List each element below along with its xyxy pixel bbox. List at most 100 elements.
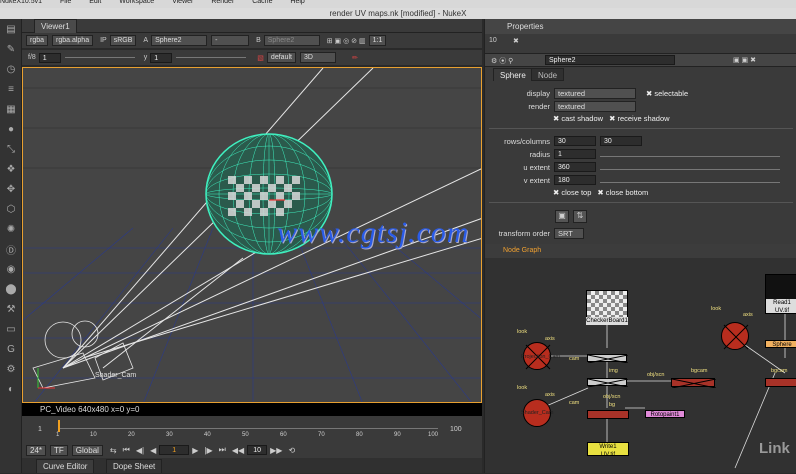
image-tool-icon[interactable]: ▤ (0, 19, 22, 39)
timeline-end[interactable]: 100 (450, 426, 462, 433)
channels-dropdown[interactable]: rgba (26, 35, 49, 46)
v-extent-field[interactable]: 180 (554, 175, 596, 185)
close-top-checkbox[interactable]: ✖ close top (553, 188, 591, 197)
view-mode-dropdown[interactable]: 3D (299, 52, 336, 63)
lut-dropdown[interactable]: default (266, 52, 296, 63)
node-graph-panel[interactable]: Node Graph CheckerBoard1 Projection_Cam … (484, 244, 796, 473)
transform-tool-icon[interactable]: ✥ (0, 179, 22, 199)
u-extent-field[interactable]: 360 (554, 162, 596, 172)
u-extent-slider[interactable] (600, 165, 780, 170)
render-dropdown[interactable]: textured (554, 101, 636, 112)
prev-key-icon[interactable]: ◀| (136, 446, 144, 455)
selectable-checkbox[interactable]: ✖ selectable (646, 89, 688, 98)
scanline-render-2-node[interactable] (671, 378, 717, 389)
tab-viewer1[interactable]: Viewer1 (34, 19, 77, 33)
receive-shadow-checkbox[interactable]: ✖ receive shadow (609, 114, 670, 123)
merge-tool-icon[interactable]: ❖ (0, 159, 22, 179)
gamma-field[interactable]: 1 (150, 52, 173, 63)
cast-shadow-checkbox[interactable]: ✖ cast shadow (553, 114, 603, 123)
viewer-options-icon[interactable]: ⊞ ▣ ◎ ⊘ ▥ (327, 37, 366, 45)
gizmo-tool-icon[interactable]: G (0, 339, 22, 359)
transform-order-dropdown[interactable]: SRT (554, 228, 584, 239)
rows-field[interactable]: 30 (554, 136, 596, 146)
last-frame-icon[interactable]: ⏭ (219, 445, 226, 455)
menu-edit[interactable]: Edit (89, 0, 101, 5)
step-back-icon[interactable]: ◀◀ (232, 446, 244, 455)
menu-app[interactable]: NukeX10.5v1 (0, 0, 42, 5)
keyer-tool-icon[interactable]: ⤡ (0, 139, 22, 159)
tab-curve-editor[interactable]: Curve Editor (36, 459, 95, 473)
toolsets-tool-icon[interactable]: ⚒ (0, 299, 22, 319)
metadata-tool-icon[interactable]: ⬤ (0, 279, 22, 299)
right-cam-node[interactable] (721, 322, 749, 350)
tf-dropdown[interactable]: TF (50, 444, 68, 456)
radius-slider[interactable] (600, 152, 780, 157)
views-tool-icon[interactable]: ◉ (0, 259, 22, 279)
applymaterial-node[interactable] (587, 378, 629, 388)
tab-dope-sheet[interactable]: Dope Sheet (106, 459, 163, 473)
menu-render[interactable]: Render (211, 0, 234, 5)
clear-panels-icon[interactable]: ✖ (513, 37, 519, 45)
max-panels-field[interactable]: 10 (489, 37, 497, 44)
transform-handle-icon[interactable]: ▣ (555, 210, 569, 223)
columns-field[interactable]: 30 (600, 136, 642, 146)
particles-tool-icon[interactable]: ✺ (0, 219, 22, 239)
next-key-icon[interactable]: |▶ (204, 446, 212, 455)
frame-field[interactable]: 1 (159, 445, 190, 455)
play-back-icon[interactable]: ◀ (150, 446, 156, 455)
menu-cache[interactable]: Cache (252, 0, 272, 5)
node-name-field[interactable]: Sphere2 (545, 55, 675, 65)
project3d-node[interactable] (587, 354, 629, 364)
fps-dropdown[interactable]: 24* (26, 444, 47, 456)
other-tool-icon[interactable]: ▭ (0, 319, 22, 339)
timeline-start[interactable]: 1 (38, 426, 42, 433)
scanline-render-node[interactable] (587, 410, 629, 419)
ocula-tool-icon[interactable]: ◐ (0, 379, 22, 399)
playhead[interactable] (58, 420, 60, 432)
menu-viewer[interactable]: Viewer (172, 0, 193, 5)
play-icon[interactable]: ▶ (192, 446, 198, 455)
gain-field[interactable]: 1 (38, 52, 61, 63)
step-forward-icon[interactable]: ▶▶ (270, 446, 282, 455)
input-b-dropdown[interactable]: Sphere2 (263, 35, 320, 46)
scope-dropdown[interactable]: Global (71, 444, 103, 456)
clip-warning-icon[interactable]: ▧ (257, 54, 264, 62)
ip-button[interactable]: IP (100, 37, 107, 44)
rotopaint-node[interactable]: Rotopaint1 (645, 410, 685, 418)
step-field[interactable]: 10 (247, 445, 268, 455)
scanline-render-3-node[interactable] (765, 378, 796, 387)
bounce-icon[interactable]: ⇆ (110, 446, 117, 455)
sphere-node[interactable]: Sphere (765, 340, 796, 348)
channel-tool-icon[interactable]: ≡ (0, 79, 22, 99)
colorspace-dropdown[interactable]: sRGB (109, 35, 137, 46)
node-settings-icon[interactable]: ⚙ ⦿ ⚲ (491, 56, 513, 66)
3d-tool-icon[interactable]: ⬡ (0, 199, 22, 219)
pause-icon[interactable]: ✏ (352, 54, 358, 62)
close-bottom-checkbox[interactable]: ✖ close bottom (597, 188, 648, 197)
gamma-slider[interactable] (176, 57, 247, 58)
menu-workspace[interactable]: Workspace (119, 0, 154, 5)
ratio-dropdown[interactable]: 1:1 (368, 35, 387, 46)
loop-icon[interactable]: ⟲ (288, 446, 295, 455)
node-panel-icons[interactable]: ▣ ▣ ✖ (733, 56, 756, 64)
time-tool-icon[interactable]: ◷ (0, 59, 22, 79)
gain-slider[interactable] (64, 57, 135, 58)
deep-tool-icon[interactable]: Ⓓ (0, 239, 22, 259)
draw-tool-icon[interactable]: ✎ (0, 39, 22, 59)
first-frame-icon[interactable]: ⏮ (123, 445, 130, 455)
tab-node[interactable]: Node (531, 68, 565, 81)
menu-help[interactable]: Help (290, 0, 304, 5)
tab-sphere[interactable]: Sphere (493, 68, 533, 81)
write-node[interactable]: Write1 UV.tif (587, 442, 629, 458)
radius-field[interactable]: 1 (554, 149, 596, 159)
alpha-dropdown[interactable]: rgba.alpha (52, 35, 94, 46)
timeline-track[interactable] (58, 428, 438, 429)
filter-tool-icon[interactable]: ● (0, 119, 22, 139)
menu-file[interactable]: File (60, 0, 71, 5)
display-dropdown[interactable]: textured (554, 88, 636, 99)
furnace-tool-icon[interactable]: ⚙ (0, 359, 22, 379)
v-extent-slider[interactable] (600, 178, 780, 183)
color-tool-icon[interactable]: ▦ (0, 99, 22, 119)
compare-op-dropdown[interactable]: - (211, 35, 250, 46)
read-node[interactable]: Read1 UV.tif (765, 274, 796, 314)
